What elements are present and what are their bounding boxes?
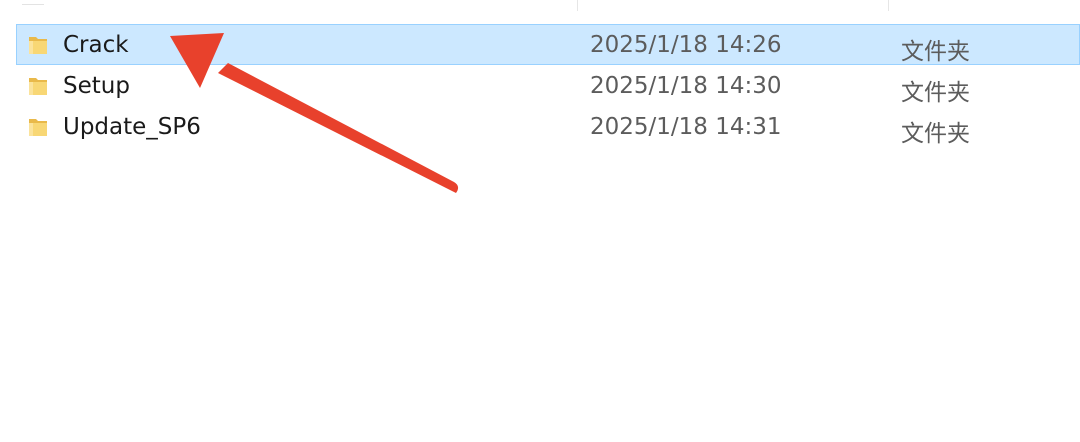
file-name: Crack [63,32,129,58]
file-name: Setup [63,73,130,99]
folder-icon [29,119,47,136]
file-name: Update_SP6 [63,114,201,140]
folder-icon [29,37,47,54]
file-modified-date: 2025/1/18 14:31 [590,114,782,140]
file-list: Crack 2025/1/18 14:26 文件夹 Setup 2025/1/1… [0,24,1080,147]
file-explorer-view: Crack 2025/1/18 14:26 文件夹 Setup 2025/1/1… [0,0,1080,442]
file-type: 文件夹 [901,39,970,65]
column-divider-date[interactable] [577,0,578,11]
file-modified-date: 2025/1/18 14:30 [590,73,782,99]
file-row-setup[interactable]: Setup 2025/1/18 14:30 文件夹 [16,65,1080,106]
file-row-crack[interactable]: Crack 2025/1/18 14:26 文件夹 [16,24,1080,65]
column-divider-type[interactable] [888,0,889,11]
file-row-update-sp6[interactable]: Update_SP6 2025/1/18 14:31 文件夹 [16,106,1080,147]
file-modified-date: 2025/1/18 14:26 [590,32,782,58]
folder-icon [29,78,47,95]
column-header-strip [0,0,1080,12]
column-header-fragment [22,0,44,5]
file-type: 文件夹 [901,121,970,147]
file-type: 文件夹 [901,80,970,106]
